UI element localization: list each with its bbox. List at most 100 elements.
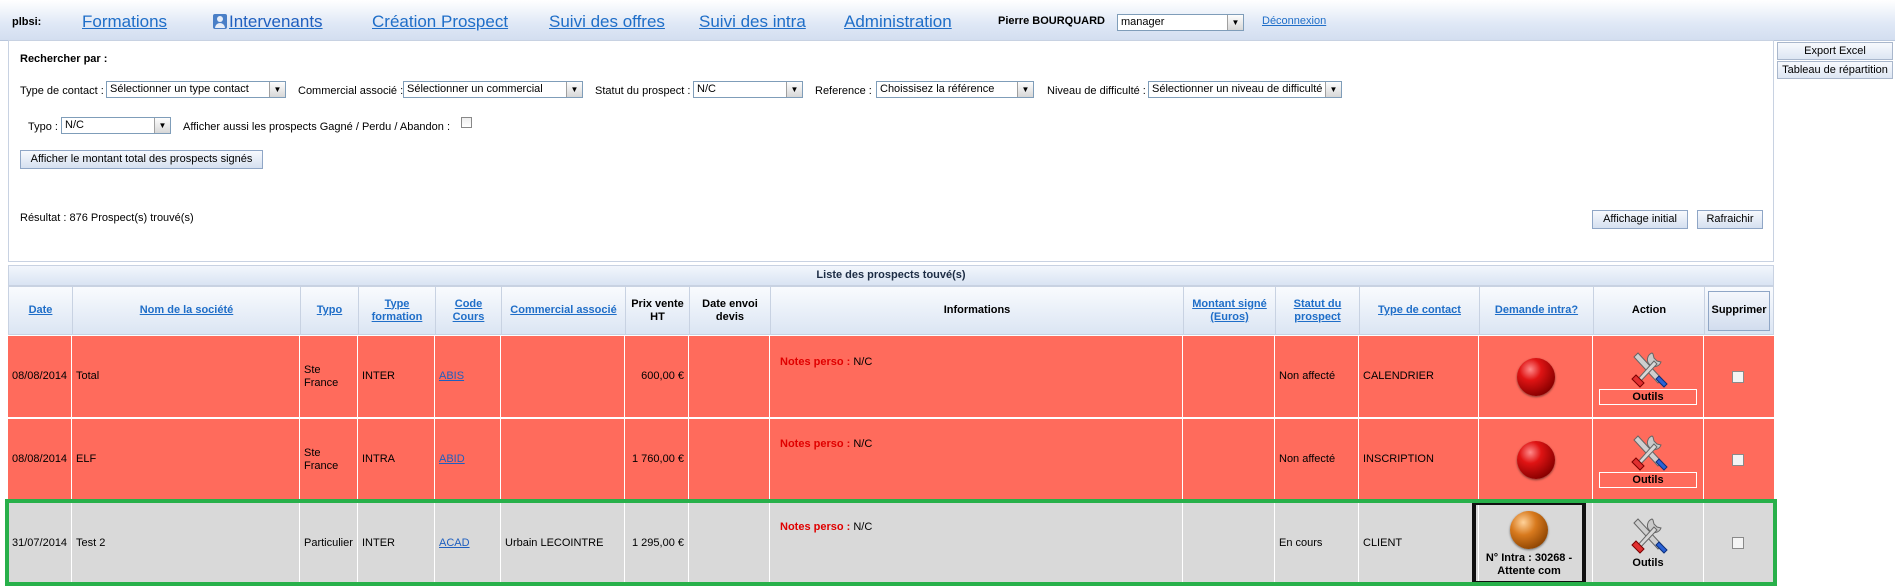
cell-prix: 600,00 € bbox=[625, 336, 689, 417]
export-excel-button[interactable]: Export Excel bbox=[1777, 42, 1893, 60]
cell-type-contact: CLIENT bbox=[1359, 502, 1479, 584]
intra-status-box[interactable]: N° Intra : 30268 - Attente com bbox=[1472, 501, 1586, 585]
typo-select[interactable]: N/C ▼ bbox=[61, 117, 171, 134]
notes-key: Notes perso : bbox=[780, 356, 851, 368]
reference-select[interactable]: Choissisez la référence ▼ bbox=[876, 81, 1034, 98]
commercial-value: Sélectionner un commercial bbox=[407, 83, 543, 95]
cell-typo: Ste France bbox=[300, 419, 358, 500]
cell-type-formation: INTRA bbox=[358, 419, 435, 500]
tools-action[interactable]: Outils bbox=[1599, 432, 1697, 488]
table-row: 08/08/2014 ELF Ste France INTRA ABID 1 7… bbox=[8, 419, 1774, 500]
cell-supprimer bbox=[1704, 502, 1772, 584]
commercial-select[interactable]: Sélectionner un commercial ▼ bbox=[403, 81, 583, 98]
cell-action: Outils bbox=[1593, 502, 1704, 584]
cell-statut: Non affecté bbox=[1275, 419, 1359, 500]
role-select-value: manager bbox=[1121, 16, 1165, 28]
nav-intervenants[interactable]: Intervenants bbox=[229, 12, 323, 31]
col-date[interactable]: Date bbox=[9, 287, 73, 334]
delete-row-checkbox[interactable] bbox=[1732, 370, 1744, 383]
cell-typo: Particulier bbox=[300, 502, 358, 584]
cell-montant bbox=[1183, 502, 1275, 584]
difficulte-value: Sélectionner un niveau de difficulté bbox=[1152, 83, 1323, 95]
tools-label[interactable]: Outils bbox=[1599, 388, 1697, 405]
difficulte-select[interactable]: Sélectionner un niveau de difficulté ▼ bbox=[1148, 81, 1342, 98]
cell-typo: Ste France bbox=[300, 336, 358, 417]
nav-suivi-offres[interactable]: Suivi des offres bbox=[549, 12, 665, 32]
role-select[interactable]: manager ▼ bbox=[1117, 14, 1244, 31]
col-societe[interactable]: Nom de la société bbox=[73, 287, 301, 334]
col-statut[interactable]: Statut du prospect bbox=[1276, 287, 1360, 334]
cell-action: Outils bbox=[1593, 336, 1704, 417]
notes-value: N/C bbox=[853, 356, 873, 368]
cell-demande-intra bbox=[1479, 419, 1593, 500]
reference-value: Choissisez la référence bbox=[880, 83, 995, 95]
col-typo[interactable]: Typo bbox=[301, 287, 359, 334]
cell-date-envoi bbox=[689, 336, 770, 417]
initial-display-button[interactable]: Affichage initial bbox=[1592, 210, 1688, 229]
notes-value: N/C bbox=[853, 521, 873, 533]
code-cours-link[interactable]: ACAD bbox=[439, 537, 470, 550]
repartition-table-button[interactable]: Tableau de répartition bbox=[1777, 61, 1893, 79]
col-type-contact[interactable]: Type de contact bbox=[1360, 287, 1480, 334]
show-closed-checkbox[interactable] bbox=[461, 117, 472, 128]
tools-action[interactable]: Outils bbox=[1599, 349, 1697, 405]
notes-perso: Notes perso : N/C bbox=[780, 438, 872, 450]
cell-type-contact: CALENDRIER bbox=[1359, 336, 1479, 417]
nav-creation-prospect[interactable]: Création Prospect bbox=[372, 12, 508, 32]
search-panel bbox=[8, 40, 1774, 262]
tools-label[interactable]: Outils bbox=[1599, 555, 1697, 571]
top-navigation-bar: plbsi: Formations Intervenants Création … bbox=[0, 0, 1895, 41]
type-contact-select[interactable]: Sélectionner un type contact ▼ bbox=[106, 81, 286, 98]
cell-statut: En cours bbox=[1275, 502, 1359, 584]
cell-prix: 1 295,00 € bbox=[625, 502, 689, 584]
notes-perso: Notes perso : N/C bbox=[780, 521, 872, 533]
reference-label: Reference : bbox=[815, 85, 872, 97]
chevron-down-icon: ▼ bbox=[154, 118, 170, 133]
col-type-formation[interactable]: Type formation bbox=[359, 287, 436, 334]
nav-suivi-intra[interactable]: Suivi des intra bbox=[699, 12, 806, 32]
col-date-envoi: Date envoi devis bbox=[690, 287, 771, 334]
tools-icon bbox=[1631, 434, 1668, 471]
cell-date: 08/08/2014 bbox=[8, 419, 72, 500]
statut-select[interactable]: N/C ▼ bbox=[693, 81, 803, 98]
cell-date-envoi bbox=[689, 419, 770, 500]
nav-formations[interactable]: Formations bbox=[82, 12, 167, 32]
table-row: 08/08/2014 Total Ste France INTER ABIS 6… bbox=[8, 336, 1774, 418]
status-red-ball-icon[interactable] bbox=[1516, 440, 1555, 479]
delete-row-checkbox[interactable] bbox=[1732, 453, 1744, 466]
show-closed-label: Afficher aussi les prospects Gagné / Per… bbox=[183, 121, 451, 133]
show-total-button[interactable]: Afficher le montant total des prospects … bbox=[20, 150, 263, 169]
col-montant[interactable]: Montant signé (Euros) bbox=[1184, 287, 1276, 334]
logout-link[interactable]: Déconnexion bbox=[1262, 15, 1326, 27]
delete-selected-button[interactable]: Supprimer bbox=[1708, 290, 1770, 331]
tools-action[interactable]: Outils bbox=[1599, 515, 1697, 571]
cell-societe: ELF bbox=[72, 419, 300, 500]
cell-code-cours: ABIS bbox=[435, 336, 501, 417]
search-title: Rechercher par : bbox=[20, 53, 108, 65]
cell-commercial bbox=[501, 419, 625, 500]
code-cours-link[interactable]: ABIS bbox=[439, 370, 464, 383]
typo-value: N/C bbox=[65, 119, 84, 131]
status-orange-ball-icon[interactable] bbox=[1510, 511, 1548, 549]
cell-informations bbox=[770, 336, 1183, 417]
col-demande-intra[interactable]: Demande intra? bbox=[1480, 287, 1594, 334]
difficulte-label: Niveau de difficulté : bbox=[1047, 85, 1146, 97]
tools-label[interactable]: Outils bbox=[1599, 471, 1697, 488]
cell-type-contact: INSCRIPTION bbox=[1359, 419, 1479, 500]
col-commercial[interactable]: Commercial associé bbox=[502, 287, 626, 334]
refresh-button[interactable]: Rafraichir bbox=[1697, 210, 1763, 229]
delete-row-checkbox[interactable] bbox=[1732, 537, 1744, 549]
code-cours-link[interactable]: ABID bbox=[439, 453, 465, 466]
cell-informations bbox=[770, 419, 1183, 500]
status-red-ball-icon[interactable] bbox=[1516, 357, 1555, 396]
notes-value: N/C bbox=[853, 438, 873, 450]
nav-intervenants-wrapper[interactable]: Intervenants bbox=[213, 12, 323, 32]
cell-montant bbox=[1183, 336, 1275, 417]
col-code-cours[interactable]: Code Cours bbox=[436, 287, 502, 334]
col-prix: Prix vente HT bbox=[626, 287, 690, 334]
cell-type-formation: INTER bbox=[358, 502, 435, 584]
app-brand: plbsi: bbox=[12, 16, 42, 28]
statut-value: N/C bbox=[697, 83, 716, 95]
nav-administration[interactable]: Administration bbox=[844, 12, 952, 32]
cell-supprimer bbox=[1704, 336, 1772, 417]
